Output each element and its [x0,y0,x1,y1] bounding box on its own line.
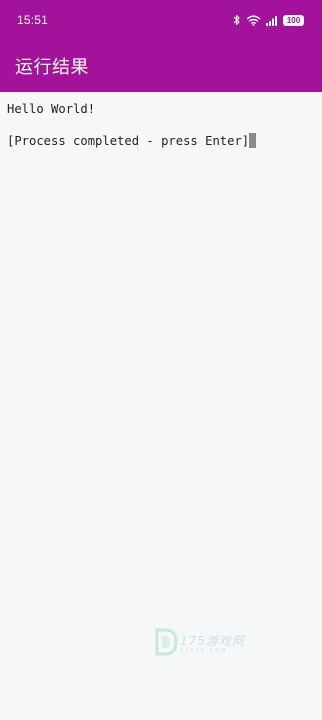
watermark-title: 175游戏网 [180,633,245,648]
battery-indicator: 100 [283,14,304,26]
terminal-line-with-cursor: [Process completed - press Enter] [7,133,315,149]
terminal-line: [Process completed - press Enter] [7,134,250,148]
watermark-text: 175游戏网 175SC.COM [180,634,245,655]
watermark-subtitle: 175SC.COM [180,647,228,654]
signal-icon [266,15,278,26]
watermark-logo-icon [154,627,178,661]
status-bar: 15:51 100 [0,0,322,40]
bluetooth-icon [233,14,241,26]
status-icons: 100 [233,14,304,26]
status-time: 15:51 [17,13,49,27]
terminal-output[interactable]: Hello World! [Process completed - press … [0,92,322,720]
text-cursor [249,133,257,148]
wifi-icon [246,15,261,26]
page-title: 运行结果 [15,57,89,78]
terminal-line: Hello World! [7,102,96,116]
app-bar: 运行结果 [0,40,322,92]
watermark: 175游戏网 175SC.COM [154,627,245,661]
